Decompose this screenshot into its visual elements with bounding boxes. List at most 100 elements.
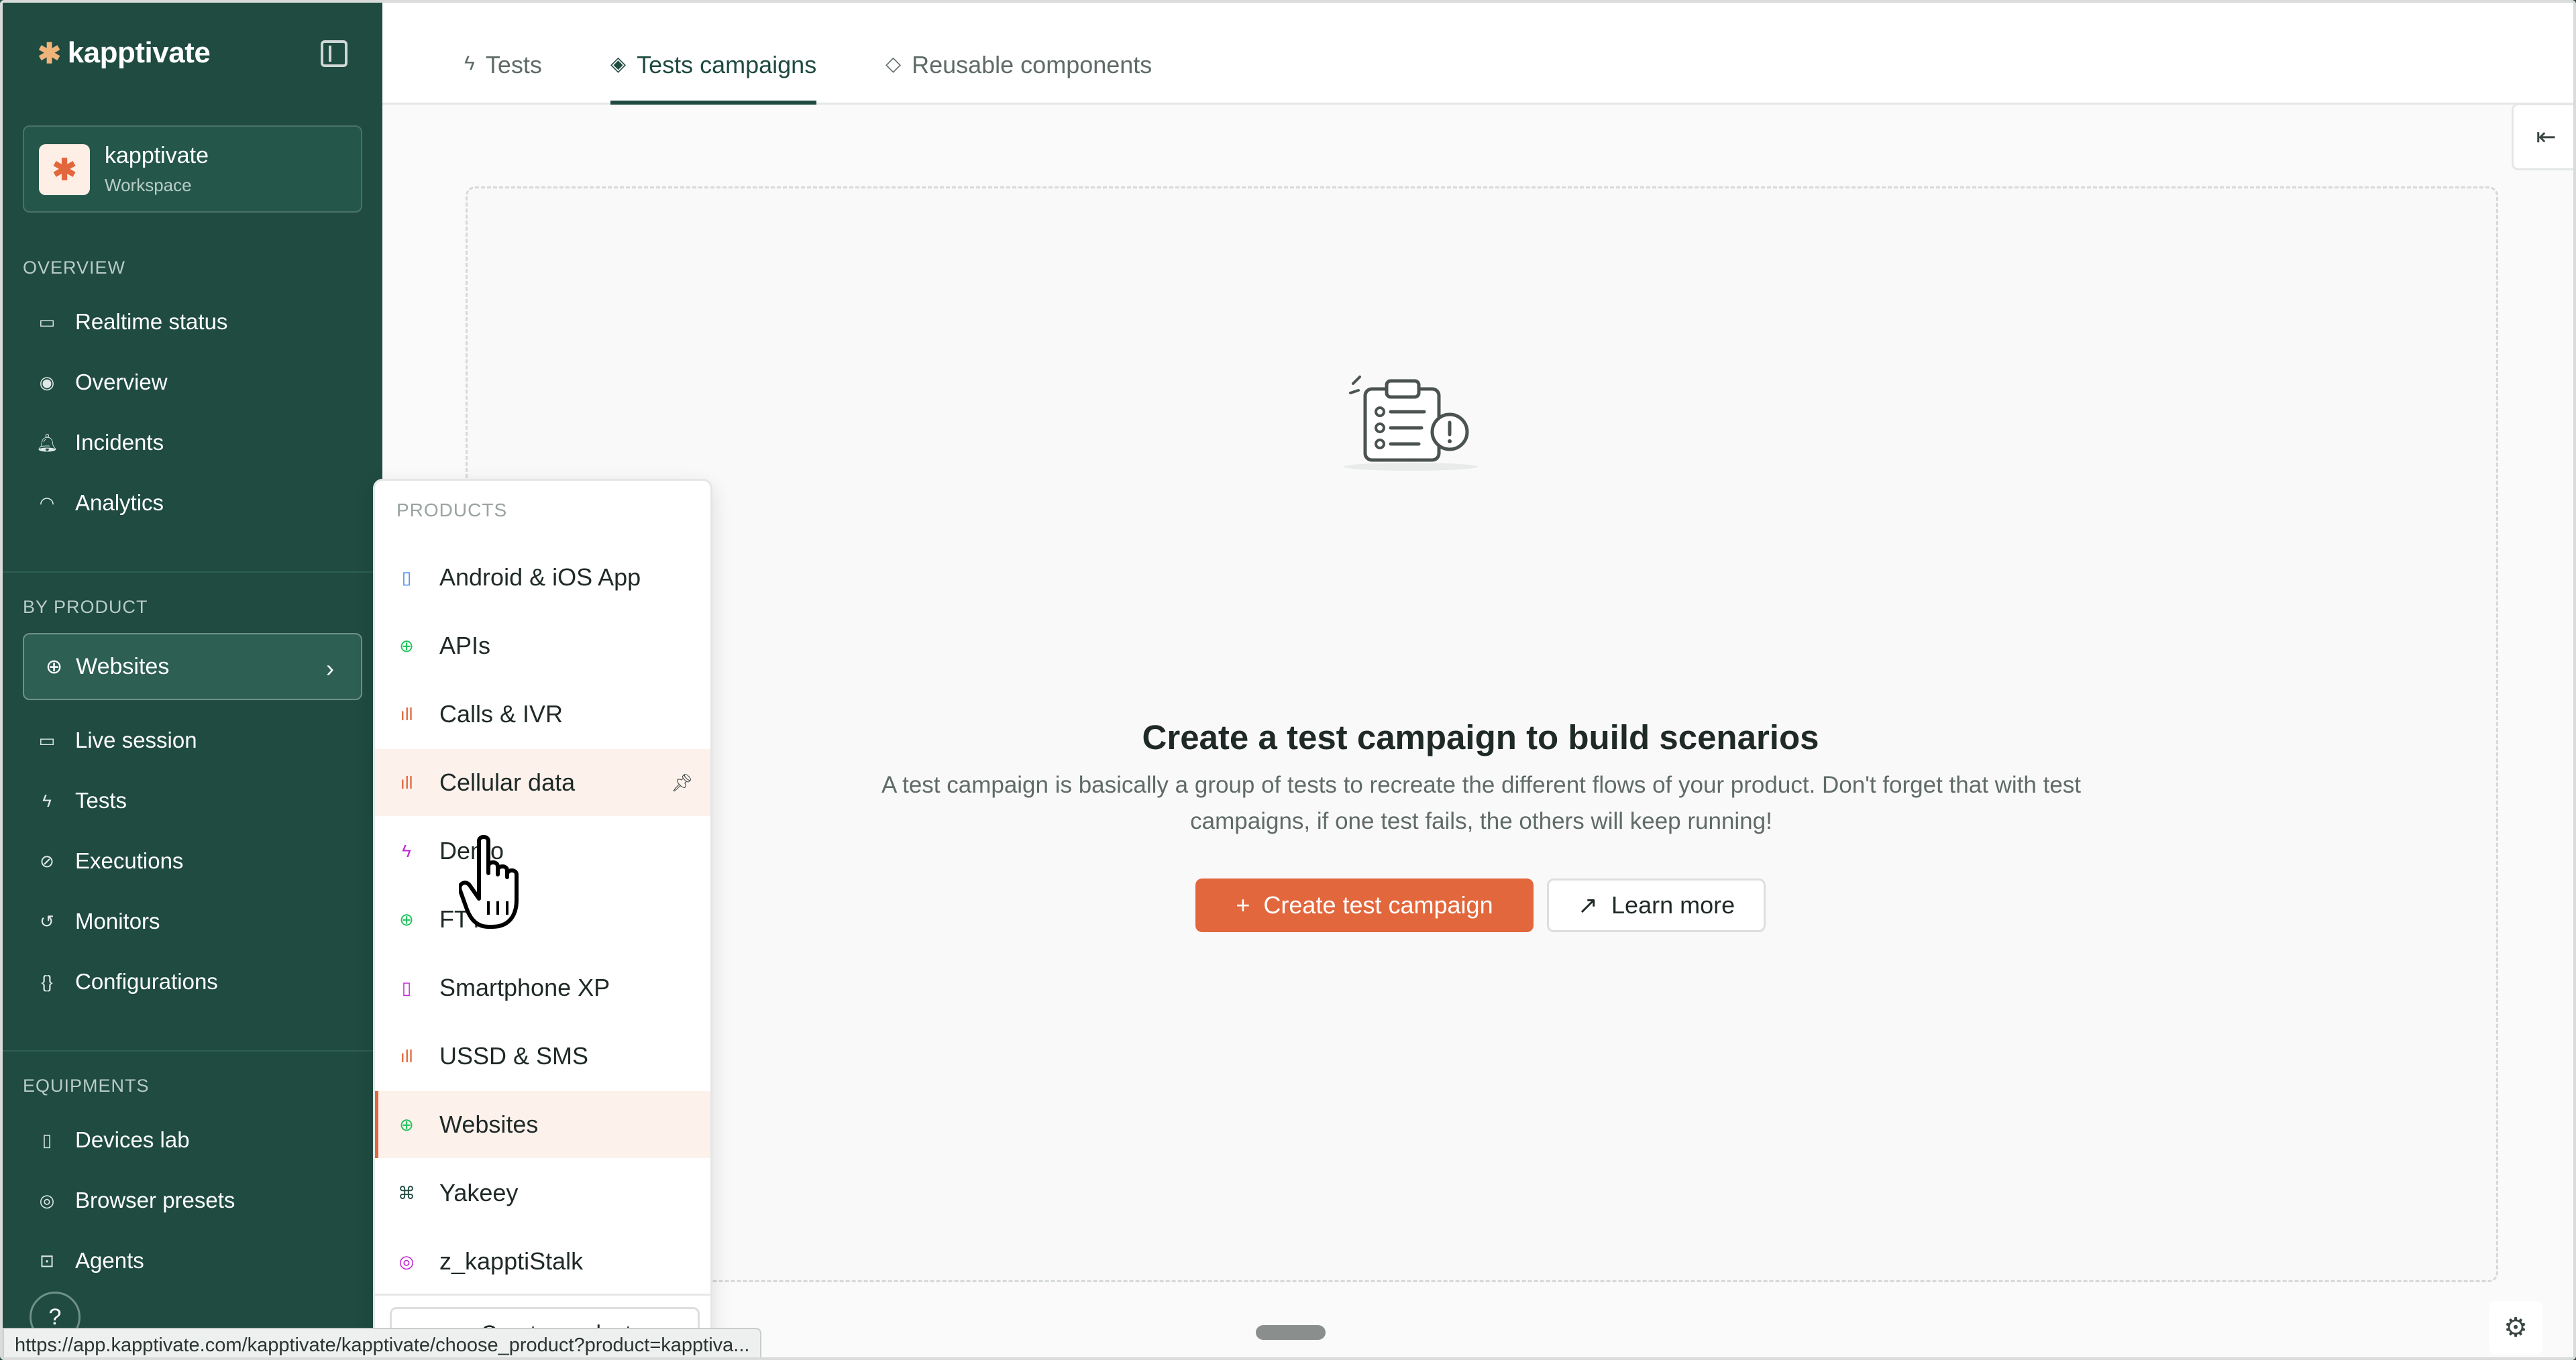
option-label: Calls & IVR [439, 700, 564, 728]
product-option-android-ios-app[interactable]: ▯ Android & iOS App [375, 544, 710, 611]
layers-icon: ◈ [610, 53, 627, 75]
option-label: APIs [439, 632, 491, 659]
nav-item-tests[interactable]: ϟ Tests [36, 781, 127, 821]
product-option-yakeey[interactable]: ⌘ Yakeey [375, 1159, 710, 1227]
external-link-icon: ↗ [1577, 891, 1599, 919]
phone-icon: ▯ [401, 567, 412, 587]
check-circle-icon: ⊘ [40, 850, 54, 871]
option-label: Yakeey [439, 1179, 519, 1206]
chevron-right-icon: › [326, 655, 334, 682]
tab-label: Tests [485, 51, 542, 78]
nav-item-realtime-status[interactable]: ▭ Realtime status [36, 302, 228, 342]
product-option-calls-ivr[interactable]: ıll Calls & IVR [375, 681, 710, 748]
history-icon: ↺ [40, 911, 54, 931]
signal-icon: ıll [400, 1045, 413, 1066]
chrome-icon: ◎ [39, 1190, 55, 1210]
collapse-sidebar-icon[interactable] [321, 40, 347, 67]
monitor-icon: ▭ [38, 311, 56, 332]
product-option-z-kapptistalk[interactable]: ◎ z_kapptiStalk [375, 1228, 710, 1295]
option-label: USSD & SMS [439, 1042, 589, 1070]
option-label: Cellular data [439, 769, 576, 796]
section-label-overview: OVERVIEW [23, 258, 126, 278]
option-label: Android & iOS App [439, 563, 641, 591]
eye-icon: ◉ [39, 372, 55, 392]
logo-text: kapptivate [67, 36, 211, 69]
nav-item-label: Monitors [75, 909, 160, 933]
nav-item-label: Overview [75, 370, 168, 394]
support-icon: ◎ [398, 1251, 415, 1271]
nav-item-browser-presets[interactable]: ◎ Browser presets [36, 1180, 235, 1221]
nav-item-label: Analytics [75, 490, 164, 515]
nav-item-live-session[interactable]: ▭ Live session [36, 720, 197, 760]
app-window: ✱ kapptivate ✱ kapptivate Workspace OVER… [0, 0, 2576, 1360]
workspace-name: kapptivate [105, 143, 209, 168]
bell-icon: 🔔︎ [36, 432, 59, 453]
nav-item-analytics[interactable]: ◠ Analytics [36, 483, 164, 523]
signal-icon: ıll [400, 703, 413, 724]
globe-icon: ⊕ [46, 655, 63, 678]
workspace-switcher[interactable]: ✱ kapptivate Workspace [23, 125, 362, 213]
product-option-websites[interactable]: ⊕ Websites [375, 1091, 710, 1158]
globe-icon: ⊕ [399, 909, 414, 929]
command-icon: ⌘ [398, 1182, 415, 1203]
tab-label: Reusable components [912, 51, 1152, 78]
product-select[interactable]: ⊕ Websites › [23, 633, 362, 700]
nav-item-configurations[interactable]: {} Configurations [36, 962, 218, 1002]
workspace-type: Workspace [105, 175, 192, 195]
gauge-icon: ◠ [39, 492, 55, 513]
dropdown-header: PRODUCTS [396, 500, 508, 520]
gear-icon[interactable]: ⚙ [2489, 1301, 2542, 1355]
hand-cursor-icon [459, 835, 519, 929]
option-label: Websites [439, 1111, 539, 1138]
product-option-fttx[interactable]: ⊕ FTTx [375, 886, 710, 953]
nav-item-executions[interactable]: ⊘ Executions [36, 841, 183, 881]
product-dropdown: PRODUCTS ▯ Android & iOS App ⊕ APIs ıll … [373, 479, 712, 1357]
app-logo[interactable]: ✱ kapptivate [38, 36, 211, 70]
product-option-ussd-sms[interactable]: ıll USSD & SMS [375, 1023, 710, 1090]
nav-item-label: Live session [75, 728, 197, 752]
tab-tests[interactable]: ϟ Tests [464, 51, 542, 105]
nav-item-devices-lab[interactable]: ▯ Devices lab [36, 1120, 190, 1160]
nav-item-monitors[interactable]: ↺ Monitors [36, 901, 160, 942]
tab-bar: ϟ Tests ◈ Tests campaigns ◇ Reusable com… [382, 3, 2573, 105]
resize-handle[interactable] [1256, 1325, 1326, 1340]
product-option-cellular-data[interactable]: ıll Cellular data 📌︎ [375, 749, 710, 816]
bolt-icon: ϟ [402, 840, 411, 861]
globe-icon: ⊕ [399, 1114, 414, 1135]
robot-icon: ⊡ [40, 1250, 54, 1271]
nav-item-overview[interactable]: ◉ Overview [36, 362, 168, 402]
nav-item-label: Realtime status [75, 309, 228, 334]
button-label: Create test campaign [1263, 891, 1493, 919]
globe-icon: ⊕ [399, 635, 414, 656]
sidebar-divider [3, 571, 382, 573]
nav-item-label: Tests [75, 788, 127, 813]
nav-item-agents[interactable]: ⊡ Agents [36, 1241, 144, 1281]
bolt-icon: ϟ [464, 52, 475, 74]
link-status-bar: https://app.kapptivate.com/kapptivate/ka… [3, 1328, 762, 1357]
bolt-icon: ϟ [42, 790, 52, 811]
dropdown-divider [375, 1294, 710, 1296]
logo-star-icon: ✱ [38, 37, 61, 69]
screen-cast-icon: ▭ [38, 730, 56, 750]
phone-icon: ▯ [42, 1129, 52, 1150]
expand-panel-icon[interactable]: ⇤ [2512, 103, 2573, 170]
nav-item-label: Browser presets [75, 1188, 235, 1212]
product-option-demo[interactable]: ϟ Demo [375, 817, 710, 885]
create-test-campaign-button[interactable]: + Create test campaign [1195, 879, 1534, 932]
workspace-avatar: ✱ [39, 144, 90, 195]
product-option-apis[interactable]: ⊕ APIs [375, 612, 710, 679]
tab-label: Tests campaigns [637, 51, 817, 78]
nav-item-label: Devices lab [75, 1127, 190, 1152]
braces-icon: {} [41, 971, 53, 992]
phone-icon: ▯ [401, 977, 412, 998]
signal-icon: ıll [400, 772, 413, 793]
tab-tests-campaigns[interactable]: ◈ Tests campaigns [610, 51, 817, 105]
learn-more-button[interactable]: ↗ Learn more [1547, 879, 1766, 932]
nav-item-label: Incidents [75, 430, 164, 455]
nav-item-incidents[interactable]: 🔔︎ Incidents [36, 422, 164, 463]
tab-reusable-components[interactable]: ◇ Reusable components [885, 51, 1152, 105]
nav-item-label: Configurations [75, 969, 218, 994]
product-option-smartphone-xp[interactable]: ▯ Smartphone XP [375, 954, 710, 1021]
option-label: Smartphone XP [439, 974, 610, 1001]
pin-icon[interactable]: 📌︎ [671, 773, 693, 793]
